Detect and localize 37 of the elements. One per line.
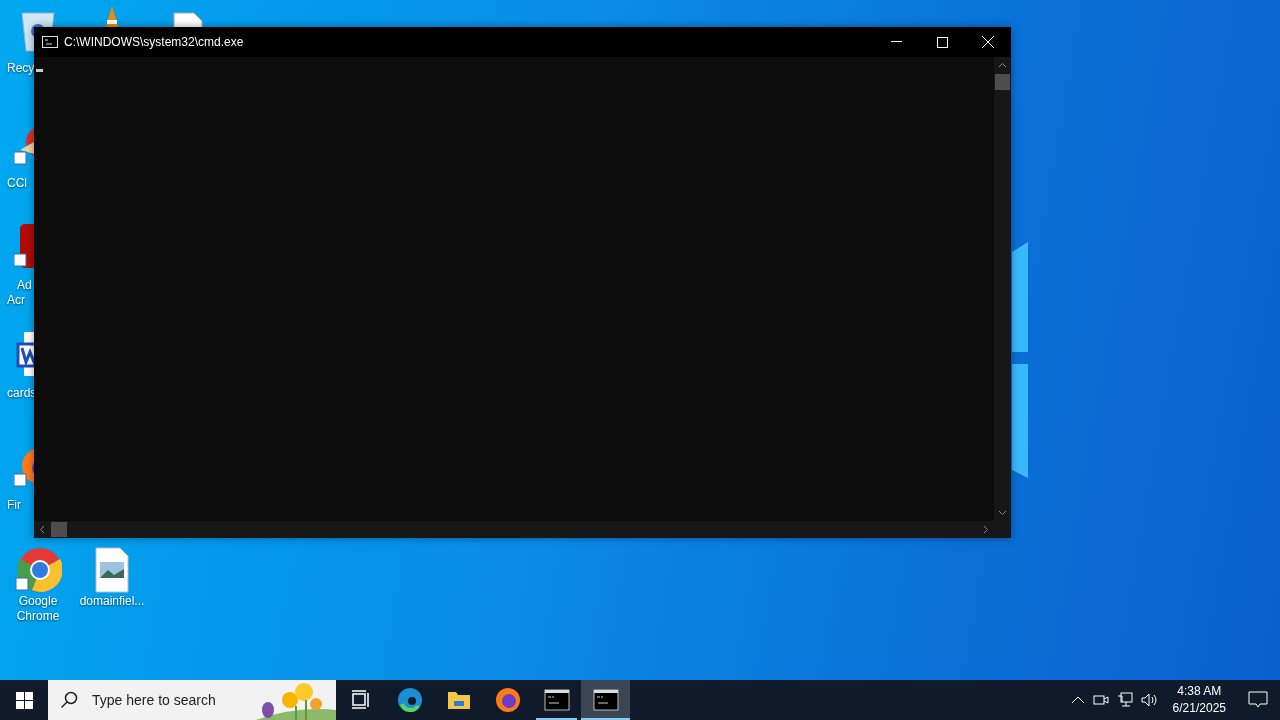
scrollbar-thumb[interactable] bbox=[51, 522, 67, 537]
close-icon bbox=[982, 36, 994, 48]
desktop-icon-label: domainfiel... bbox=[79, 594, 145, 609]
chevron-up-icon[interactable] bbox=[1070, 695, 1085, 705]
horizontal-scrollbar[interactable] bbox=[34, 521, 1011, 538]
window-title: C:\WINDOWS\system32\cmd.exe bbox=[64, 35, 245, 49]
scrollbar-thumb[interactable] bbox=[995, 74, 1010, 90]
edge-icon bbox=[396, 687, 423, 713]
desktop-icon-label: CCl bbox=[7, 176, 27, 191]
maximize-icon bbox=[936, 36, 948, 48]
terminal-icon bbox=[543, 687, 570, 713]
desktop-icon-label: Ad bbox=[16, 278, 32, 293]
vertical-scrollbar[interactable] bbox=[994, 57, 1011, 521]
desktop-icon-label: Chrome bbox=[16, 609, 60, 624]
clock-date: 6/21/2025 bbox=[1172, 700, 1226, 717]
terminal-icon bbox=[42, 36, 58, 48]
text-cursor bbox=[36, 69, 43, 72]
taskbar-app-button[interactable] bbox=[581, 680, 630, 720]
speaker-icon[interactable] bbox=[1140, 692, 1159, 708]
speech-bubble-icon bbox=[1248, 691, 1268, 709]
desktop-icon-label: Fir bbox=[7, 498, 21, 513]
clock-time: 4:38 AM bbox=[1177, 683, 1222, 700]
desktop-icon-label: cards bbox=[7, 386, 37, 401]
desktop-icon-label: Recy bbox=[7, 61, 35, 76]
desktop-icon-label: Google bbox=[18, 594, 58, 609]
network-icon[interactable] bbox=[1116, 692, 1133, 708]
minimize-icon bbox=[890, 41, 902, 43]
camera-icon[interactable] bbox=[1092, 692, 1109, 708]
search-box[interactable]: Type here to search bbox=[48, 680, 336, 720]
desktop-icon-label: Acr bbox=[7, 293, 26, 308]
terminal-icon bbox=[592, 687, 619, 713]
windows-icon bbox=[15, 691, 33, 709]
search-icon bbox=[60, 691, 78, 709]
fox-globe-icon bbox=[494, 687, 521, 713]
search-field[interactable]: Type here to search bbox=[90, 691, 264, 709]
clock[interactable]: 4:38 AM 6/21/2025 bbox=[1162, 683, 1236, 717]
chrome-icon bbox=[14, 546, 62, 594]
